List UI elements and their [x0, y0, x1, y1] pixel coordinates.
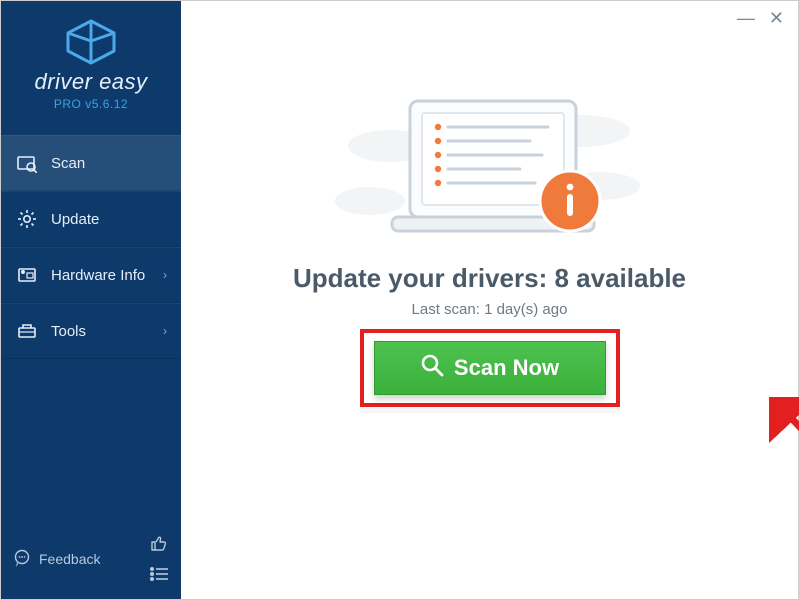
sidebar-item-label: Hardware Info: [51, 267, 145, 284]
sidebar-item-label: Tools: [51, 323, 86, 340]
close-button[interactable]: ✕: [769, 9, 784, 27]
search-icon: [420, 353, 444, 383]
feedback-label: Feedback: [39, 551, 100, 567]
titlebar: — ✕: [723, 1, 798, 35]
chevron-right-icon: ›: [163, 268, 167, 282]
sidebar-item-hardware-info[interactable]: Hardware Info ›: [1, 247, 181, 303]
sidebar-bottom: Feedback: [1, 523, 181, 599]
annotation-highlight: Scan Now: [360, 329, 620, 407]
sidebar-item-label: Scan: [51, 155, 85, 172]
annotation-arrow: [769, 397, 799, 502]
feedback-button[interactable]: Feedback: [13, 549, 100, 570]
thumbs-up-icon[interactable]: [149, 533, 169, 556]
sidebar: driver easy PRO v5.6.12 Scan: [1, 1, 181, 599]
chevron-right-icon: ›: [163, 324, 167, 338]
logo-icon: [1, 19, 181, 65]
laptop-illustration: [330, 91, 650, 266]
last-scan-label: Last scan: 1 day(s) ago: [181, 301, 798, 318]
info-badge-icon: [540, 171, 600, 231]
speech-bubble-icon: [13, 549, 31, 570]
brand-name: driver easy: [1, 69, 181, 95]
list-icon[interactable]: [149, 566, 169, 585]
scan-icon: [15, 153, 39, 173]
scan-now-label: Scan Now: [454, 355, 559, 381]
sidebar-item-update[interactable]: Update: [1, 191, 181, 247]
hardware-info-icon: [15, 265, 39, 285]
tools-icon: [15, 321, 39, 341]
minimize-button[interactable]: —: [737, 9, 755, 27]
scan-now-button[interactable]: Scan Now: [374, 341, 606, 395]
main-pane: — ✕: [181, 1, 798, 599]
headline: Update your drivers: 8 available: [181, 263, 798, 294]
nav: Scan: [1, 135, 181, 359]
version-label: PRO v5.6.12: [1, 97, 181, 111]
logo-area: driver easy PRO v5.6.12: [1, 1, 181, 121]
sidebar-item-label: Update: [51, 211, 99, 228]
gear-icon: [15, 209, 39, 229]
sidebar-item-tools[interactable]: Tools ›: [1, 303, 181, 359]
sidebar-item-scan[interactable]: Scan: [1, 135, 181, 191]
